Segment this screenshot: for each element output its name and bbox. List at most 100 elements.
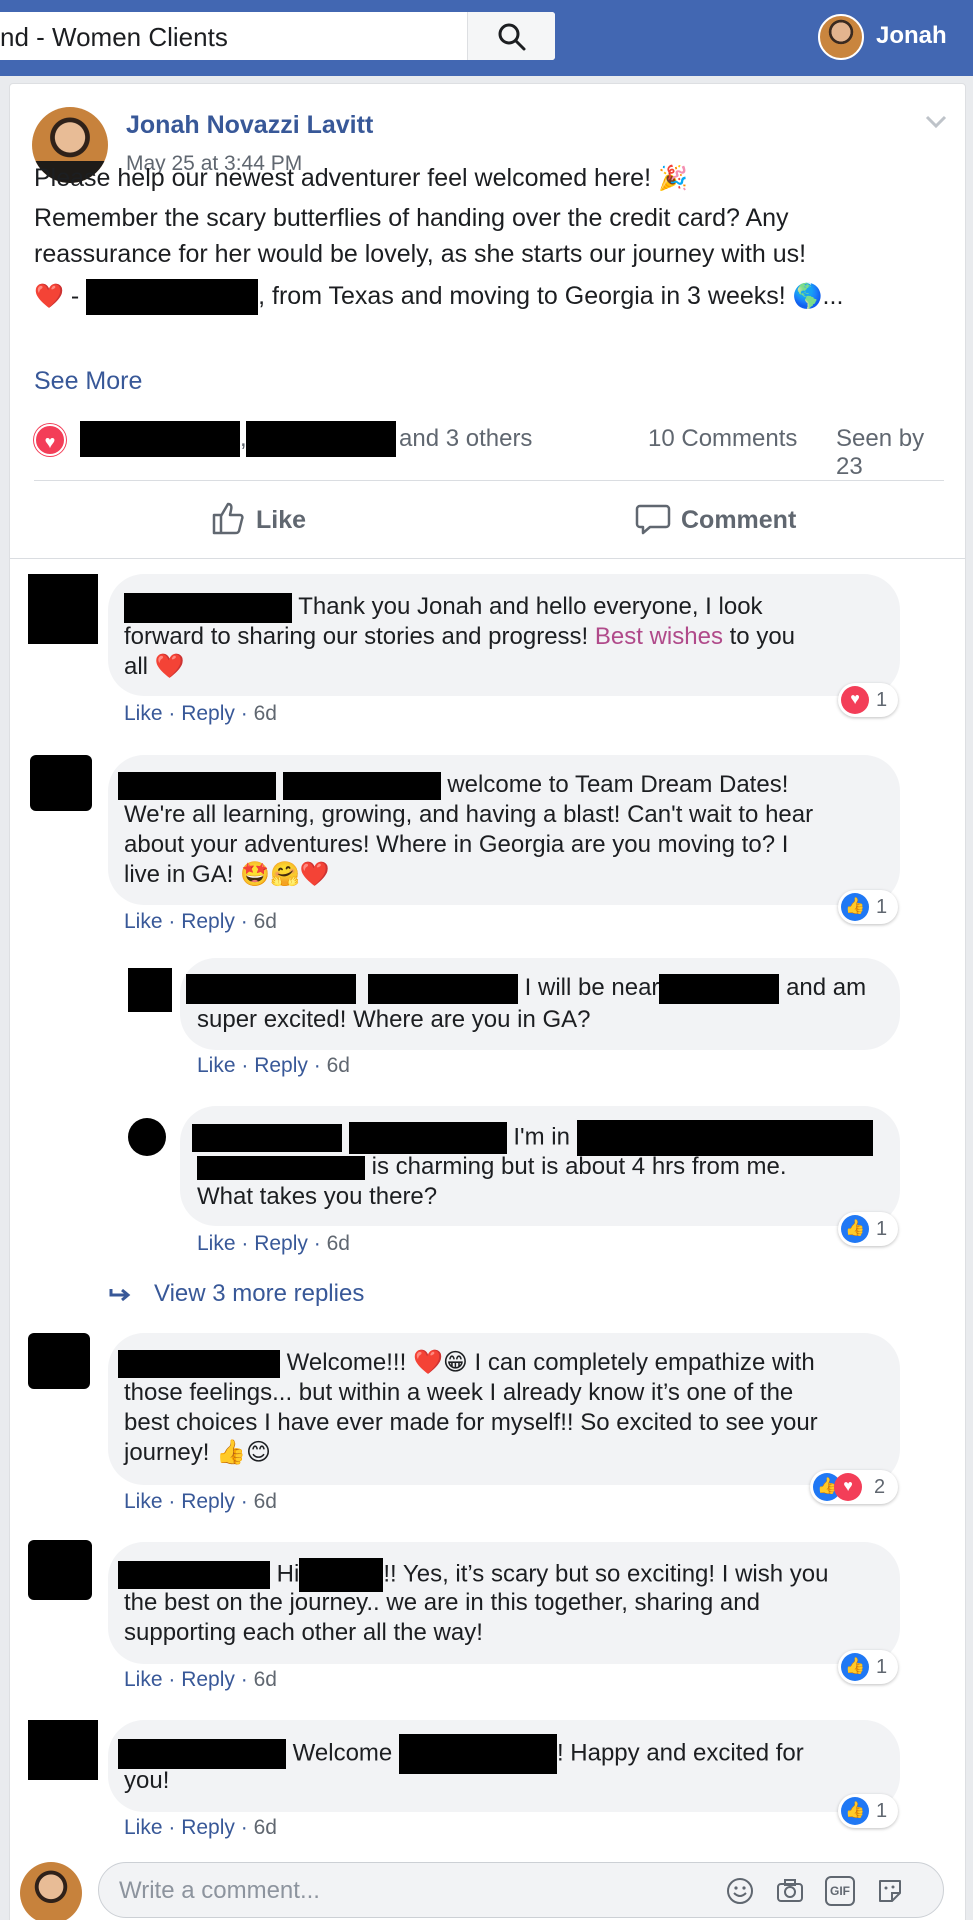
commenter-avatar[interactable] [28,1540,92,1600]
comment-time[interactable]: 6d [254,1816,277,1839]
comment-text: is charming but is about 4 hrs from me. [371,1153,787,1180]
comment-like-link[interactable]: Like [197,1232,236,1255]
comment-line: forward to sharing our stories and progr… [124,622,795,652]
commenter-avatar[interactable] [28,1720,98,1780]
comment-text: Thank you Jonah and hello everyone, I lo… [298,593,763,620]
redacted-name[interactable] [118,1349,280,1378]
chevron-down-icon[interactable] [924,114,948,130]
comment-line: journey! 👍😊 [124,1438,271,1468]
comment-reply-link[interactable]: Reply [181,702,235,725]
author-name[interactable]: Jonah Novazzi Lavitt [126,111,373,140]
commenter-avatar[interactable] [128,1118,166,1156]
comment-line: live in GA! 🤩🤗❤️ [124,860,330,890]
comment-reply-link[interactable]: Reply [181,1816,235,1839]
reaction-badge[interactable]: 👍 ♥ 2 [810,1470,898,1504]
comment-line: Hi !! Yes, it’s scary but so exciting! I … [118,1558,828,1592]
redacted-name[interactable] [186,973,356,1004]
love-reaction-icon[interactable]: ♥ [34,424,66,456]
like-label[interactable]: Like [256,506,306,535]
comment-time[interactable]: 6d [327,1232,350,1255]
post-line-1-text: Please help our newest adventurer feel w… [34,164,652,192]
comment-button[interactable]: Comment [635,494,815,544]
comment-time[interactable]: 6d [254,910,277,933]
comment-line: the best on the journey.. we are in this… [124,1589,760,1616]
commenter-avatar[interactable] [28,1333,90,1389]
like-reaction-icon: 👍 [841,1797,869,1825]
comment-line: I will be near and am [186,973,866,1004]
profile-name[interactable]: Jonah [876,22,947,50]
search-button[interactable] [467,12,555,60]
comment-reply-link[interactable]: Reply [254,1054,308,1077]
gif-icon[interactable]: GIF [825,1876,855,1906]
redacted-name[interactable] [192,1124,342,1152]
reaction-badge[interactable]: 👍 1 [838,1794,898,1828]
comment-icon [635,504,671,535]
comment-text: I'm in [513,1123,570,1151]
comment-time[interactable]: 6d [327,1054,350,1077]
comment-like-link[interactable]: Like [124,1816,163,1839]
commenter-avatar[interactable] [30,755,92,811]
sticker-icon[interactable] [875,1876,905,1906]
highlight-link[interactable]: Best wishes [595,623,723,650]
reaction-badge[interactable]: 👍 1 [838,1212,898,1246]
comment-actions: Like · Reply · 6d [124,1490,277,1513]
comment-reply-link[interactable]: Reply [181,910,235,933]
composer-avatar[interactable] [20,1862,82,1920]
comment-count[interactable]: 10 Comments [648,425,797,453]
commenter-avatar[interactable] [128,968,172,1012]
comment-actions: Like · Reply · 6d [124,1668,277,1691]
redacted-name[interactable] [118,771,276,800]
commenter-avatar[interactable] [28,574,98,644]
like-thumb-icon [212,502,244,535]
camera-icon[interactable] [775,1876,805,1906]
comment-time[interactable]: 6d [254,1490,277,1513]
redacted-reactor[interactable] [80,421,240,457]
comment-like-link[interactable]: Like [124,910,163,933]
like-button[interactable]: Like [210,494,320,544]
reactions-others[interactable]: and 3 others [399,425,532,453]
comment-text: ! Happy and excited for [556,1739,804,1767]
redacted-name[interactable] [118,1561,270,1589]
composer-placeholder[interactable]: Write a comment... [119,1877,320,1905]
redacted-name[interactable] [124,592,292,623]
comment-line: super excited! Where are you in GA? [197,1006,591,1033]
comment-line: is charming but is about 4 hrs from me. [197,1152,787,1182]
comment-like-link[interactable]: Like [124,702,163,725]
reaction-badge[interactable]: ♥ 1 [838,683,898,717]
reaction-badge[interactable]: 👍 1 [838,1650,898,1684]
comment-reply-link[interactable]: Reply [181,1668,235,1691]
comment-text: journey! [124,1439,210,1466]
love-reaction-icon: ♥ [834,1473,862,1501]
comment-line: Welcome!!! ❤️😁 I can completely empathiz… [118,1348,815,1378]
comment-time[interactable]: 6d [254,1668,277,1691]
redacted-name[interactable] [282,771,441,800]
comment-time[interactable]: 6d [254,702,277,725]
post-line-4: ❤️ - , from Texas and moving to Georgia … [34,278,843,316]
gif-label[interactable]: GIF [830,1884,850,1898]
comment-reply-link[interactable]: Reply [254,1232,308,1255]
seen-by[interactable]: Seen by 23 [836,425,954,481]
emoji-icon[interactable] [725,1876,755,1906]
comment-label[interactable]: Comment [681,506,796,535]
redacted-name[interactable] [348,1122,507,1154]
redacted-reactor[interactable] [246,421,396,457]
redacted-name[interactable] [118,1739,286,1769]
redacted-name[interactable] [368,973,518,1004]
reaction-badge[interactable]: 👍 1 [838,890,898,924]
see-more-link[interactable]: See More [34,367,142,396]
comment-reply-link[interactable]: Reply [181,1490,235,1513]
love-reaction-icon: ♥ [841,686,869,714]
party-popper-icon: 🎉 [657,165,688,192]
search-value[interactable]: nd - Women Clients [0,22,228,53]
post-stats: ♥ , and 3 others 10 Comments Seen by 23 [34,419,954,480]
comment-like-link[interactable]: Like [197,1054,236,1077]
view-more-replies[interactable]: View 3 more replies [108,1280,364,1308]
comment-line: welcome to Team Dream Dates! [118,770,788,800]
comment-composer[interactable]: Write a comment... GIF [98,1862,944,1918]
comment-like-link[interactable]: Like [124,1490,163,1513]
comment-like-link[interactable]: Like [124,1668,163,1691]
reaction-count: 1 [876,689,888,711]
reaction-count: 2 [874,1476,886,1498]
avatar[interactable] [818,14,864,60]
view-more-replies-label[interactable]: View 3 more replies [154,1280,364,1307]
